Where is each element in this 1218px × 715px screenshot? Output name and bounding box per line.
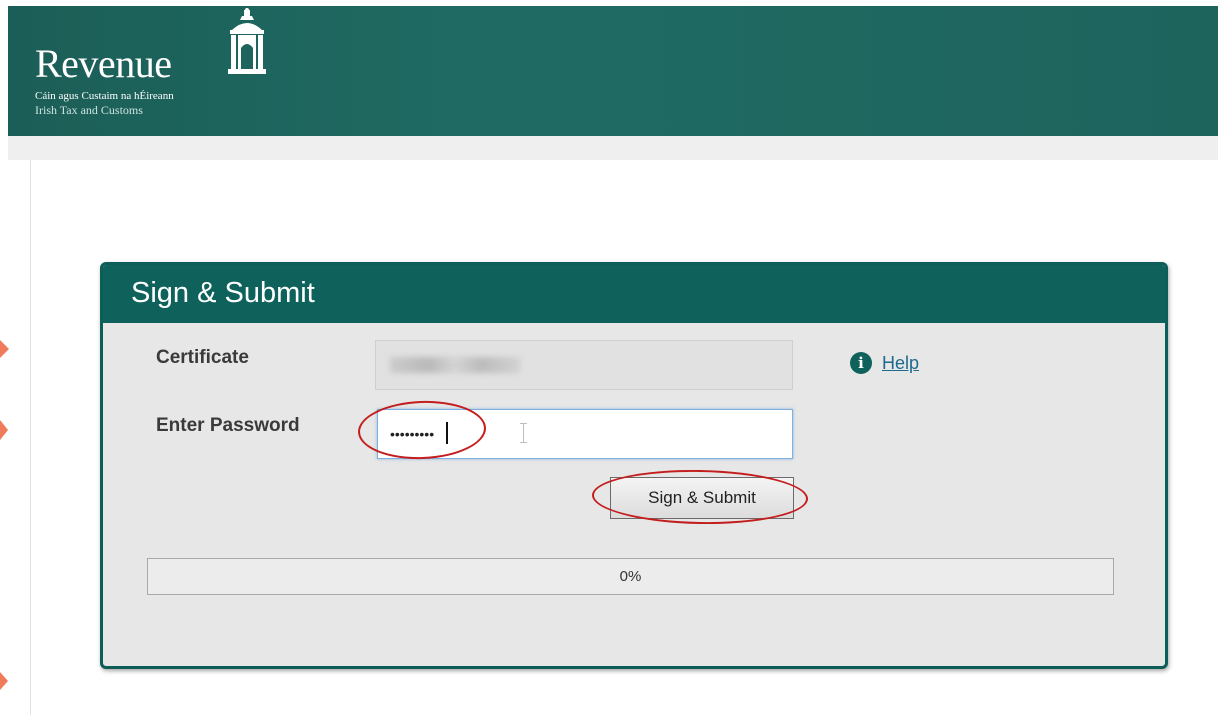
certificate-label: Certificate — [156, 347, 249, 368]
password-field[interactable] — [377, 409, 793, 459]
brand-english-tagline: Irish Tax and Customs — [35, 103, 143, 117]
edge-marker — [0, 672, 8, 690]
revenue-custom-house-crest-icon — [228, 8, 266, 74]
dialog-title-bar: Sign & Submit — [103, 265, 1165, 323]
progress-bar: 0% — [147, 558, 1114, 595]
help-link[interactable]: Help — [882, 353, 919, 374]
brand-name: Revenue — [35, 41, 172, 86]
site-header: Revenue Cáin agus Custaim na hÉireann Ir… — [8, 6, 1218, 136]
certificate-value-redacted — [390, 357, 520, 373]
certificate-field[interactable] — [375, 340, 793, 390]
info-circle-icon[interactable]: i — [850, 352, 872, 374]
header-separator — [8, 136, 1218, 160]
progress-text: 0% — [619, 568, 642, 585]
page: Revenue Cáin agus Custaim na hÉireann Ir… — [0, 0, 1218, 715]
dialog-title: Sign & Submit — [131, 277, 315, 309]
edge-marker — [0, 340, 9, 358]
sign-submit-button[interactable]: Sign & Submit — [610, 477, 794, 519]
revenue-logo[interactable]: Revenue Cáin agus Custaim na hÉireann Ir… — [35, 41, 174, 118]
edge-marker — [0, 420, 8, 440]
text-cursor-icon — [520, 423, 527, 443]
text-caret — [446, 422, 448, 444]
password-label: Enter Password — [156, 415, 300, 436]
sign-submit-dialog: Sign & Submit Certificate i Help Enter P… — [100, 262, 1168, 669]
brand-gaelic-tagline: Cáin agus Custaim na hÉireann — [35, 90, 174, 102]
content-left-border — [30, 160, 31, 715]
